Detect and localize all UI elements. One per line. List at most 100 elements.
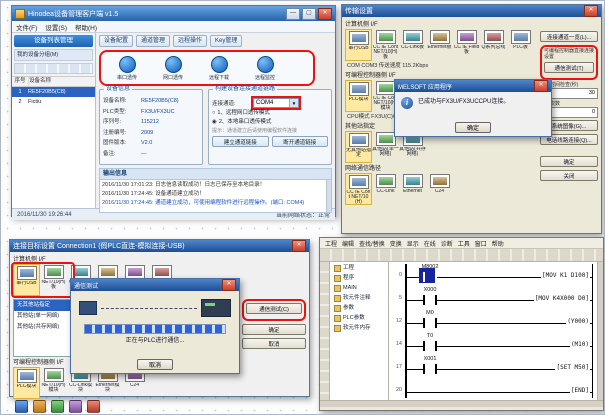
cancel-button[interactable]: 取消 bbox=[242, 338, 306, 349]
close-button[interactable]: ✕ bbox=[534, 80, 548, 92]
ladder-rung[interactable]: 0 M8002 [MOV K1 D100] bbox=[389, 262, 597, 285]
contact-symbol[interactable] bbox=[423, 318, 437, 328]
interface-option[interactable]: PLC模块 bbox=[345, 80, 372, 112]
route-option[interactable]: CC-Link bbox=[372, 173, 399, 205]
output-coil[interactable]: (Y000) bbox=[566, 318, 590, 325]
route-option[interactable]: C24 bbox=[426, 173, 453, 205]
instruction[interactable]: [MOV K1 D100] bbox=[541, 272, 590, 279]
interface-option[interactable]: PLC板 bbox=[507, 29, 534, 61]
close-button[interactable]: ✕ bbox=[584, 5, 598, 17]
project-toolbar[interactable] bbox=[320, 262, 330, 400]
menu-item[interactable]: 工程 bbox=[323, 239, 339, 248]
shortcut-icon[interactable] bbox=[33, 400, 46, 413]
cancel-button[interactable]: 取消 bbox=[137, 359, 173, 370]
tab[interactable]: 通道管理 bbox=[136, 35, 170, 47]
interface-option[interactable]: CC-Link板 bbox=[399, 29, 426, 61]
mode-radio-2[interactable]: ◉ 2、本地串口透传模式 bbox=[212, 118, 328, 127]
route-option[interactable]: CC IE Cont NET/10(H) bbox=[345, 173, 372, 205]
menu-item[interactable]: 帮助 bbox=[490, 239, 506, 248]
tree-item[interactable]: MAIN bbox=[330, 283, 388, 293]
device-group-bar[interactable]: 我的设备分组(M) bbox=[14, 49, 93, 61]
interface-option[interactable]: PLC模块 bbox=[13, 367, 40, 399]
tree-item[interactable]: 软元件内存 bbox=[330, 323, 388, 333]
communication-test-button[interactable]: 通信测试(T) bbox=[544, 62, 594, 73]
menu-item[interactable]: 显示 bbox=[405, 239, 421, 248]
close-button[interactable]: ✕ bbox=[318, 8, 332, 20]
close-button[interactable]: ✕ bbox=[292, 240, 306, 252]
interface-option[interactable]: 串行USB bbox=[13, 264, 40, 296]
quick-action[interactable]: 网口透传 bbox=[155, 56, 191, 81]
menu-item[interactable]: 编辑 bbox=[340, 239, 356, 248]
close-channel-button[interactable]: 断开通道链接 bbox=[272, 136, 329, 147]
menu-item[interactable]: 变换 bbox=[388, 239, 404, 248]
tab[interactable]: 设备配置 bbox=[99, 35, 133, 47]
quick-action[interactable]: 远程下载 bbox=[201, 56, 237, 81]
chevron-down-icon[interactable]: ▼ bbox=[289, 99, 298, 107]
ok-button[interactable]: 确定 bbox=[455, 122, 491, 133]
minimize-button[interactable]: — bbox=[286, 8, 300, 20]
mode-radio-1[interactable]: ○ 1、远程网口透传模式 bbox=[212, 109, 328, 118]
menu-item[interactable]: 在线 bbox=[422, 239, 438, 248]
maximize-button[interactable]: ▢ bbox=[302, 8, 316, 20]
contact-symbol[interactable] bbox=[423, 272, 437, 282]
shortcut-icon[interactable] bbox=[69, 400, 82, 413]
horizontal-scrollbar[interactable] bbox=[320, 400, 603, 407]
tree-item[interactable]: 参数 bbox=[330, 303, 388, 313]
tree-item[interactable]: PLC参数 bbox=[330, 313, 388, 323]
ok-button[interactable]: 确定 bbox=[540, 156, 598, 167]
quick-action[interactable]: 远程监控 bbox=[247, 56, 283, 81]
ladder-rung[interactable]: 14 T0 (M10) bbox=[389, 331, 597, 354]
ok-button[interactable]: 确定 bbox=[242, 324, 306, 335]
shortcut-icon[interactable] bbox=[15, 400, 28, 413]
route-option[interactable]: Ethernet bbox=[399, 173, 426, 205]
menu-item[interactable]: 工具 bbox=[456, 239, 472, 248]
tab[interactable]: 远程操作 bbox=[173, 35, 207, 47]
tree-item[interactable]: 工程 bbox=[330, 263, 388, 273]
titlebar[interactable]: 通信测试 ✕ bbox=[71, 279, 239, 291]
output-log[interactable]: 2016/11/30 17:01:23: 日志信息读取成功！日志已保存至本地目录… bbox=[99, 180, 332, 213]
interface-option[interactable]: 串行USB bbox=[345, 29, 372, 61]
connection-test-button[interactable]: 通信测试(C) bbox=[246, 303, 302, 314]
ladder-rung[interactable]: 20 [END] bbox=[389, 377, 597, 400]
menu-item[interactable]: 文件(F) bbox=[16, 22, 37, 32]
interface-option[interactable]: CC IE Field板 bbox=[453, 29, 480, 61]
contact-symbol[interactable] bbox=[423, 364, 437, 374]
instruction[interactable]: [SET M50] bbox=[555, 364, 590, 371]
channel-list-button[interactable]: 连接通道一览(L)... bbox=[540, 31, 598, 42]
interface-option[interactable]: Ethernet板 bbox=[426, 29, 453, 61]
titlebar[interactable]: Hinodea设备管理客户端 v1.5 — ▢ ✕ bbox=[12, 6, 335, 21]
menu-item[interactable]: 窗口 bbox=[473, 239, 489, 248]
contact-symbol[interactable] bbox=[423, 295, 437, 305]
titlebar[interactable]: 连接目标设置 Connection1 (假PLC直连-模拟连接-USB) ✕ bbox=[10, 240, 309, 252]
ladder-rung[interactable]: 5 X000 [MOV K4X000 D0] bbox=[389, 285, 597, 308]
open-channel-button[interactable]: 建立通道链接 bbox=[212, 136, 269, 147]
channel-combo[interactable]: COM4 ▼ bbox=[253, 98, 299, 108]
device-row[interactable]: 2 Fictiu bbox=[12, 97, 95, 107]
tree-item[interactable]: 软元件注释 bbox=[330, 293, 388, 303]
contact-symbol[interactable] bbox=[423, 341, 437, 351]
menu-item[interactable]: 查找/替换 bbox=[357, 239, 387, 248]
menu-item[interactable]: 帮助(H) bbox=[75, 22, 97, 32]
close-button[interactable]: ✕ bbox=[222, 279, 236, 291]
ladder-rung[interactable]: 12 M0 (Y000) bbox=[389, 308, 597, 331]
titlebar[interactable]: 传输设置 ✕ bbox=[342, 5, 601, 17]
close-dialog-button[interactable]: 关闭 bbox=[540, 170, 598, 181]
interface-option[interactable]: NET/10(H)板 bbox=[40, 264, 67, 296]
vertical-scrollbar[interactable] bbox=[597, 262, 603, 400]
interface-option[interactable]: NET/10(H)模块 bbox=[40, 367, 67, 399]
tab[interactable]: Key管理 bbox=[210, 35, 242, 47]
quick-action[interactable]: 串口透传 bbox=[109, 56, 145, 81]
output-coil[interactable]: (M10) bbox=[570, 341, 590, 348]
ladder-editor[interactable]: 0 M8002 [MOV K1 D100] 5 X000 [MOV K4X000… bbox=[389, 262, 597, 400]
menu-item[interactable]: 设置(S) bbox=[45, 22, 67, 32]
end-instruction[interactable]: [END] bbox=[570, 387, 590, 394]
instruction[interactable]: [MOV K4X000 D0] bbox=[534, 295, 590, 302]
station-option[interactable]: 无其他站指定 bbox=[345, 131, 372, 163]
toolbar[interactable] bbox=[320, 249, 603, 262]
interface-option[interactable]: Q系列总线 bbox=[480, 29, 507, 61]
device-list-toolbar[interactable] bbox=[14, 63, 93, 74]
tree-item[interactable]: 程序 bbox=[330, 273, 388, 283]
shortcut-icon[interactable] bbox=[51, 400, 64, 413]
ladder-rung[interactable]: 17 X001 [SET M50] bbox=[389, 354, 597, 377]
device-row[interactable]: 1 RE5F20B5(C8) bbox=[12, 87, 95, 97]
